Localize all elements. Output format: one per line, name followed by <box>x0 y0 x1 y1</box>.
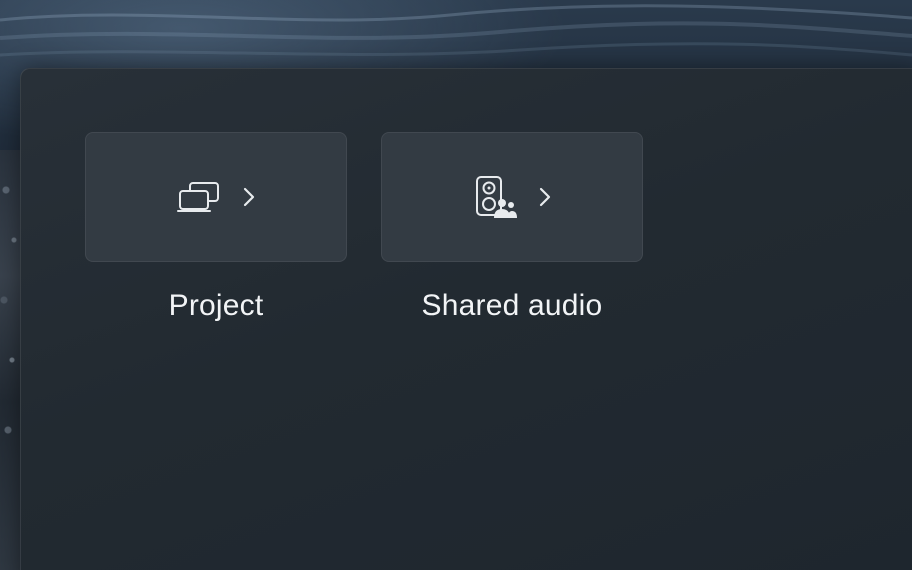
project-label: Project <box>168 289 264 322</box>
chevron-right-icon <box>242 184 256 210</box>
shared-audio-tile-button[interactable] <box>381 132 643 262</box>
project-tile-button[interactable] <box>85 132 347 262</box>
quick-settings-panel: Project Shared audio <box>20 68 912 570</box>
shared-audio-icon <box>472 174 518 220</box>
project-icon <box>176 180 222 214</box>
shared-audio-label: Shared audio <box>421 289 603 322</box>
chevron-right-icon <box>538 184 552 210</box>
